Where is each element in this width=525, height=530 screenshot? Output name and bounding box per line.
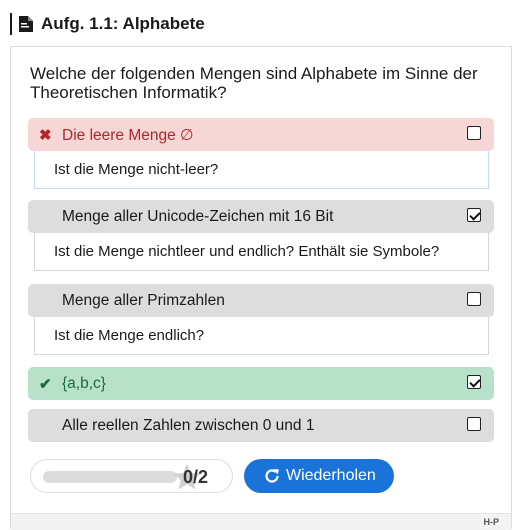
header-divider	[10, 13, 12, 35]
option-checkbox[interactable]	[467, 417, 481, 431]
option-abc[interactable]: ✔ {a,b,c}	[28, 367, 494, 400]
option-unicode[interactable]: Menge aller Unicode-Zeichen mit 16 Bit	[28, 200, 494, 233]
option-reals[interactable]: Alle reellen Zahlen zwischen 0 und 1	[28, 409, 494, 442]
check-icon: ✔	[39, 376, 52, 393]
question-text: Welche der folgenden Mengen sind Alphabe…	[30, 64, 478, 102]
retry-button[interactable]: Wiederholen	[244, 459, 394, 493]
option-label: Die leere Menge ∅	[62, 127, 194, 144]
progress-track	[43, 471, 177, 483]
score-bar: 0/2	[30, 459, 233, 493]
option-label: Alle reellen Zahlen zwischen 0 und 1	[62, 417, 315, 434]
option-checkbox[interactable]	[467, 375, 481, 389]
option-feedback: Ist die Menge nichtleer und endlich? Ent…	[34, 233, 489, 271]
option-checkbox[interactable]	[467, 292, 481, 306]
redo-icon	[265, 469, 279, 483]
option-checkbox[interactable]	[467, 208, 481, 222]
feedback-text: Ist die Menge nichtleer und endlich? Ent…	[54, 243, 440, 260]
h5p-logo: H-P	[483, 517, 500, 527]
option-feedback: Ist die Menge endlich?	[34, 317, 489, 355]
footer: H-P	[11, 513, 511, 530]
option-empty-set[interactable]: ✖ Die leere Menge ∅	[28, 118, 494, 151]
feedback-text: Ist die Menge nicht-leer?	[54, 161, 219, 178]
page-title: Aufg. 1.1: Alphabete	[41, 14, 205, 33]
option-label: Menge aller Unicode-Zeichen mit 16 Bit	[62, 208, 334, 225]
score-text: 0/2	[183, 467, 209, 487]
option-checkbox[interactable]	[467, 126, 481, 140]
retry-button-label: Wiederholen	[286, 467, 376, 484]
option-label: {a,b,c}	[62, 375, 106, 392]
option-feedback: Ist die Menge nicht-leer?	[34, 151, 489, 189]
option-label: Menge aller Primzahlen	[62, 292, 225, 309]
x-icon: ✖	[39, 127, 52, 144]
book-icon	[19, 16, 33, 32]
option-primes[interactable]: Menge aller Primzahlen	[28, 284, 494, 317]
header: Aufg. 1.1: Alphabete	[0, 0, 525, 46]
feedback-text: Ist die Menge endlich?	[54, 327, 205, 344]
